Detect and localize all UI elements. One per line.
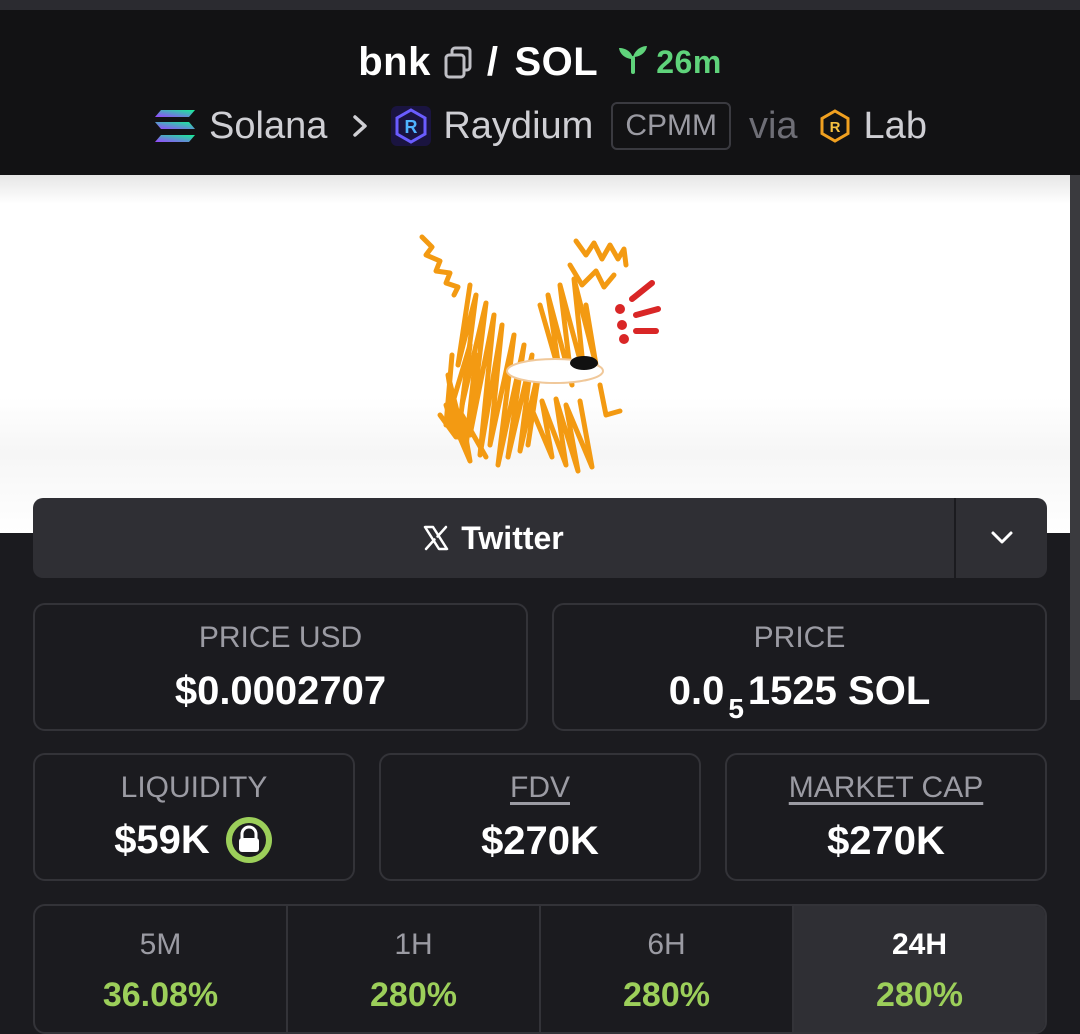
price-usd-value: $0.0002707 [174, 669, 387, 713]
price-change-timeframes: 5M 36.08% 1H 280% 6H 280% 24H 280% [33, 904, 1047, 1034]
social-dropdown-button[interactable] [956, 498, 1047, 578]
price-native-unit: SOL [848, 669, 931, 713]
chain-name[interactable]: Solana [209, 105, 327, 148]
price-native-label: PRICE [753, 621, 846, 654]
timeframe-tab-6h[interactable]: 6H 280% [541, 906, 794, 1032]
via-label: via [748, 104, 798, 147]
chevron-down-icon [990, 530, 1014, 546]
liquidity-value-row: $59K [35, 815, 353, 865]
price-usd-label: PRICE USD [198, 621, 363, 654]
market-cap-label[interactable]: MARKET CAP [727, 771, 1045, 805]
lock-icon[interactable] [224, 815, 274, 865]
twitter-button[interactable]: Twitter [33, 498, 954, 578]
pair-age-text: 26m [656, 44, 722, 80]
price-native-prefix: 0.0 [668, 669, 725, 713]
price-native-zero-count: 5 [728, 693, 744, 724]
timeframe-change: 280% [876, 976, 963, 1014]
price-native-digits: 1525 [747, 669, 837, 713]
liquidity-card: LIQUIDITY $59K [33, 753, 355, 881]
raydium-logo-icon: R [391, 106, 432, 146]
timeframe-change: 280% [370, 976, 457, 1014]
chevron-right-icon [351, 113, 369, 139]
liquidity-value: $59K [114, 817, 210, 862]
pair-header: bnk / SOL 26m Solana R Raydium CPMM via … [0, 10, 1080, 175]
price-native-value: 0.0 5 1525 SOL [554, 669, 1045, 724]
pair-title: bnk / SOL 26m [0, 40, 1080, 85]
twitter-label: Twitter [461, 519, 564, 556]
fdv-card: FDV $270K [379, 753, 701, 881]
token-symbol: bnk [358, 40, 431, 84]
x-logo-icon [423, 525, 461, 551]
social-links-bar: Twitter [33, 498, 1047, 578]
pair-breadcrumb: Solana R Raydium CPMM via R Lab [0, 102, 1080, 150]
pair-age: 26m [616, 44, 722, 82]
top-strip [0, 0, 1080, 10]
fdv-label[interactable]: FDV [381, 771, 699, 805]
seedling-icon [616, 44, 656, 82]
timeframe-label: 24H [891, 928, 948, 961]
timeframe-label: 1H [394, 928, 433, 961]
timeframe-tab-5m[interactable]: 5M 36.08% [35, 906, 288, 1032]
pool-type-badge: CPMM [611, 102, 731, 150]
timeframe-label: 6H [647, 928, 686, 961]
raydium-lab-icon: R [818, 109, 852, 143]
timeframe-tab-1h[interactable]: 1H 280% [288, 906, 541, 1032]
timeframe-change: 280% [623, 976, 710, 1014]
liquidity-label: LIQUIDITY [120, 771, 268, 804]
solana-logo-icon [153, 108, 197, 144]
price-native-card: PRICE 0.0 5 1525 SOL [552, 603, 1047, 731]
quote-symbol: SOL [514, 40, 599, 84]
timeframe-change: 36.08% [102, 976, 219, 1014]
copy-icon[interactable] [443, 46, 473, 80]
fdv-value: $270K [481, 819, 599, 863]
dex-name[interactable]: Raydium [443, 105, 593, 148]
market-cap-value: $270K [827, 819, 945, 863]
token-banner-image [0, 175, 1070, 533]
market-cap-card: MARKET CAP $270K [725, 753, 1047, 881]
orange-scribble-creature-image [419, 234, 661, 474]
timeframe-label: 5M [139, 928, 182, 961]
svg-text:R: R [829, 119, 840, 136]
timeframe-tab-24h[interactable]: 24H 280% [794, 906, 1045, 1032]
launchpad-name[interactable]: Lab [864, 105, 927, 148]
scrollbar[interactable] [1070, 175, 1080, 700]
price-usd-card: PRICE USD $0.0002707 [33, 603, 528, 731]
pair-separator: / [486, 40, 499, 84]
svg-text:R: R [405, 117, 418, 137]
